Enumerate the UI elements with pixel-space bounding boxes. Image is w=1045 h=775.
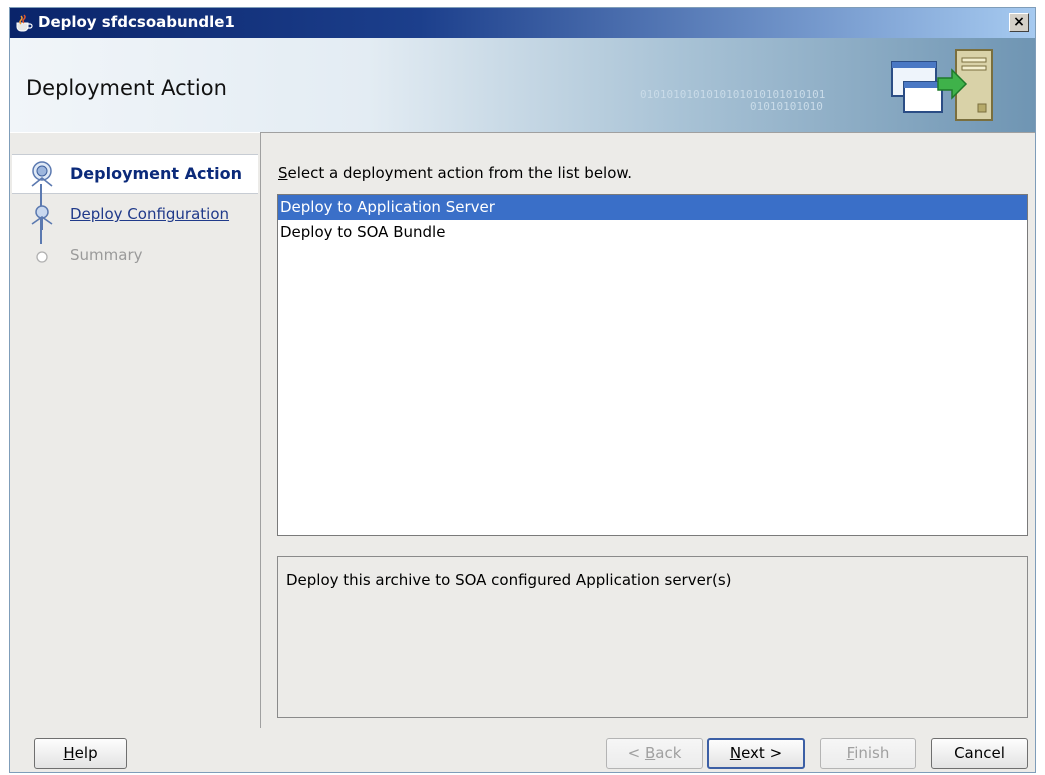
instruction-text: elect a deployment action from the list … <box>287 164 633 182</box>
next-button[interactable]: Next > <box>707 738 805 769</box>
close-button[interactable]: × <box>1009 13 1029 32</box>
wizard-train: Deployment Action Deploy Configuration S… <box>10 132 261 728</box>
current-step-icon <box>31 161 53 187</box>
next-mnemonic: N <box>729 744 742 762</box>
finish-label: inish <box>854 744 890 762</box>
deploy-dialog: Deploy sfdcsoabundle1 × Deployment Actio… <box>9 7 1036 773</box>
disabled-step-icon <box>36 251 48 263</box>
action-description: Deploy this archive to SOA configured Ap… <box>286 571 732 589</box>
train-step-deployment-action: Deployment Action <box>70 164 243 183</box>
back-button[interactable]: < Back <box>606 738 703 769</box>
instruction-label: Select a deployment action from the list… <box>278 164 632 182</box>
header-decoration-binary-2: 01010101010 <box>750 100 823 113</box>
help-button[interactable]: Help <box>34 738 127 769</box>
train-step-summary: Summary <box>70 246 143 264</box>
train-divider <box>10 132 260 133</box>
back-label: ack <box>655 744 682 762</box>
deployment-action-list[interactable]: Deploy to Application Server Deploy to S… <box>277 194 1028 536</box>
coffee-cup-icon <box>16 14 33 32</box>
enabled-step-icon <box>31 205 53 230</box>
help-mnemonic: H <box>63 744 75 762</box>
back-prefix: < <box>627 744 645 762</box>
train-step-deploy-configuration[interactable]: Deploy Configuration <box>70 205 229 223</box>
window-title: Deploy sfdcsoabundle1 <box>38 13 235 31</box>
list-item-deploy-to-application-server[interactable]: Deploy to Application Server <box>278 195 1027 220</box>
instruction-mnemonic: S <box>278 164 288 182</box>
cancel-button[interactable]: Cancel <box>931 738 1028 769</box>
wizard-header: Deployment Action 0101010101010101010101… <box>10 38 1035 133</box>
deploy-to-server-icon <box>891 49 993 121</box>
finish-button[interactable]: Finish <box>820 738 916 769</box>
page-title: Deployment Action <box>26 76 227 100</box>
title-bar[interactable]: Deploy sfdcsoabundle1 × <box>10 8 1035 38</box>
action-description-panel: Deploy this archive to SOA configured Ap… <box>277 556 1028 718</box>
close-icon: × <box>1013 14 1025 30</box>
next-label: ext > <box>741 744 783 762</box>
help-label: elp <box>74 744 98 762</box>
back-mnemonic: B <box>644 744 656 762</box>
list-item-deploy-to-soa-bundle[interactable]: Deploy to SOA Bundle <box>278 220 1027 245</box>
